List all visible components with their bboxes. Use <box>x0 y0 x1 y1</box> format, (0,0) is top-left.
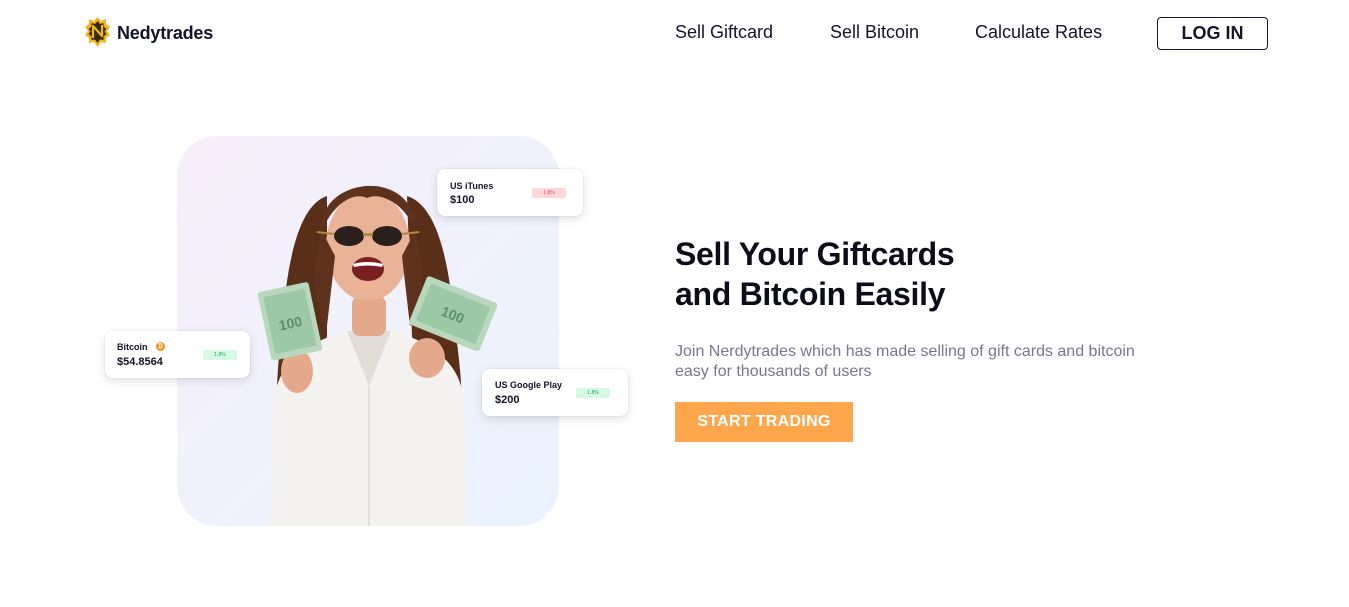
rate-card-name: US iTunes <box>450 181 494 191</box>
nedytrades-logo-icon <box>85 17 110 47</box>
rate-change-badge: 1.8% <box>532 188 566 198</box>
brand-name: Nedytrades <box>117 22 214 43</box>
rate-card-value: $100 <box>450 194 475 206</box>
hero-headline: Sell Your Giftcards and Bitcoin Easily <box>675 234 1095 314</box>
nav-calculate-rates[interactable]: Calculate Rates <box>975 22 1102 43</box>
rate-change-badge: 1.8% <box>576 388 610 398</box>
rate-card-us-itunes: US iTunes $100 1.8% <box>437 169 583 216</box>
hero-headline-line1: Sell Your Giftcards <box>675 236 955 272</box>
rate-card-us-google-play: US Google Play $200 1.8% <box>482 369 628 416</box>
brand-logo[interactable]: Nedytrades <box>84 16 213 50</box>
login-button[interactable]: LOG IN <box>1157 17 1268 50</box>
rate-change-badge: 1.8% <box>203 350 237 360</box>
rate-card-bitcoin: Bitcoin ₿ $54.8564 1.8% <box>105 331 250 378</box>
nav-sell-giftcard[interactable]: Sell Giftcard <box>675 22 773 43</box>
rate-card-value: $54.8564 <box>117 356 163 368</box>
hero-subtext: Join Nerdytrades which has made selling … <box>675 343 1135 380</box>
start-trading-button[interactable]: START TRADING <box>675 402 853 442</box>
rate-card-value: $200 <box>495 394 520 406</box>
bitcoin-icon: ₿ <box>156 342 165 351</box>
landing-page: Nedytrades Sell Giftcard Sell Bitcoin Ca… <box>0 0 1349 607</box>
hero-headline-line2: and Bitcoin Easily <box>675 276 946 312</box>
rate-card-name: Bitcoin <box>117 342 148 352</box>
nav-sell-bitcoin[interactable]: Sell Bitcoin <box>830 22 919 43</box>
rate-card-name: US Google Play <box>495 380 563 390</box>
